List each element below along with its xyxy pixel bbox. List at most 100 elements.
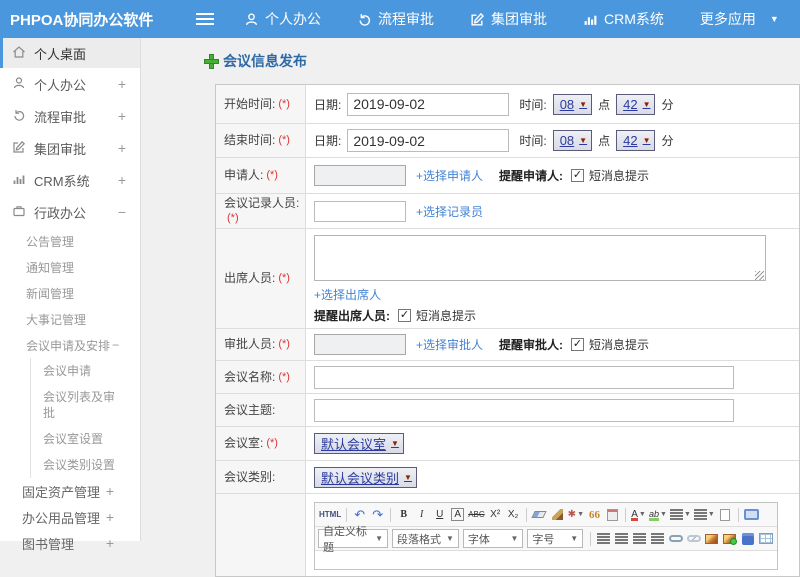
new-page-icon[interactable] [717, 506, 734, 524]
ordered-list-button[interactable]: ▼ [669, 506, 692, 524]
align-left-icon[interactable] [595, 530, 612, 548]
nav-group-approval[interactable]: 集团审批 [470, 9, 547, 29]
insert-table-icon[interactable] [757, 530, 774, 548]
date-label: 日期: [314, 132, 341, 149]
align-center-icon[interactable] [613, 530, 630, 548]
eraser-icon[interactable] [531, 506, 548, 524]
caret-down-icon[interactable]: ▼ [770, 14, 779, 24]
collapse-icon[interactable]: − [112, 338, 119, 352]
paint-format-button[interactable]: ✱▼ [567, 506, 585, 524]
link-icon[interactable] [667, 530, 684, 548]
paint-icon: ✱ [568, 509, 576, 520]
insert-image-icon[interactable] [703, 530, 720, 548]
start-date-input[interactable] [347, 93, 509, 116]
menu-toggle-icon[interactable] [196, 13, 214, 15]
sidebar-item-office-supplies[interactable]: 办公用品管理 + [0, 504, 140, 530]
start-minute-select[interactable]: 42▼ [616, 94, 655, 115]
pick-applicant-link[interactable]: +选择申请人 [416, 167, 483, 184]
meeting-name-input[interactable] [314, 366, 734, 389]
editor-content-area[interactable] [315, 551, 777, 569]
subscript-button[interactable]: X₂ [505, 506, 522, 524]
nav-process-approval[interactable]: 流程审批 [357, 9, 434, 29]
sidebar-item-events-mgmt[interactable]: 大事记管理 [0, 306, 140, 332]
expand-icon[interactable]: + [118, 140, 126, 156]
attendees-textarea[interactable] [314, 235, 766, 281]
approver-sms-checkbox[interactable]: ✓ [571, 338, 584, 351]
italic-button[interactable]: I [413, 506, 430, 524]
caret-down-icon: ▼ [579, 100, 587, 109]
undo-icon[interactable]: ↶ [351, 506, 368, 524]
sidebar-item-meeting-list-approval[interactable]: 会议列表及审批 [31, 384, 123, 426]
sidebar-item-fixed-assets[interactable]: 固定资产管理 + [0, 478, 140, 504]
time-label: 时间: [519, 96, 546, 113]
fullscreen-icon[interactable] [743, 506, 760, 524]
font-family-select[interactable]: 字体▼ [463, 529, 524, 548]
meeting-room-select[interactable]: 默认会议室▼ [314, 433, 404, 454]
unordered-list-button[interactable]: ▼ [693, 506, 716, 524]
sidebar-item-meeting-type-setting[interactable]: 会议类别设置 [31, 452, 123, 478]
blockquote-button[interactable]: 66 [586, 506, 603, 524]
attendees-sms-checkbox[interactable]: ✓ [398, 309, 411, 322]
applicant-input[interactable] [314, 165, 406, 186]
clean-format-icon[interactable] [549, 506, 566, 524]
nav-more-apps[interactable]: 更多应用 [700, 9, 756, 29]
font-color-button[interactable]: A▼ [630, 506, 647, 524]
paste-icon[interactable] [604, 506, 621, 524]
sidebar-item-library-mgmt[interactable]: 图书管理 + [0, 530, 140, 556]
strikethrough-button[interactable]: ABC [467, 506, 485, 524]
applicant-sms-checkbox[interactable]: ✓ [571, 169, 584, 182]
end-minute-select[interactable]: 42▼ [616, 130, 655, 151]
superscript-button[interactable]: X² [487, 506, 504, 524]
unlink-icon[interactable] [685, 530, 702, 548]
sidebar-item-desktop[interactable]: 个人桌面 [0, 38, 140, 68]
expand-icon[interactable]: + [106, 483, 114, 499]
underline-button[interactable]: U [431, 506, 448, 524]
sidebar-item-meeting-apply[interactable]: 会议申请 [31, 358, 123, 384]
sidebar-item-announcement-mgmt[interactable]: 公告管理 [0, 228, 140, 254]
sidebar-item-notice-mgmt[interactable]: 通知管理 [0, 254, 140, 280]
sidebar-item-group-approval[interactable]: 集团审批 + [0, 132, 140, 164]
pick-attendees-link[interactable]: +选择出席人 [314, 286, 381, 303]
insert-media-icon[interactable] [739, 530, 756, 548]
redo-icon[interactable]: ↷ [369, 506, 386, 524]
resize-handle[interactable] [755, 271, 764, 280]
html-source-button[interactable]: HTML [318, 506, 342, 524]
meeting-topic-input[interactable] [314, 399, 734, 422]
expand-icon[interactable]: + [118, 172, 126, 188]
sidebar-item-admin-office[interactable]: 行政办公 − [0, 196, 140, 228]
pick-approver-link[interactable]: +选择审批人 [416, 336, 483, 353]
collapse-icon[interactable]: − [118, 204, 126, 220]
nav-crm-system[interactable]: CRM系统 [583, 9, 664, 29]
end-date-input[interactable] [347, 129, 509, 152]
sidebar-item-crm[interactable]: CRM系统 + [0, 164, 140, 196]
custom-title-select[interactable]: 自定义标题▼ [318, 529, 388, 548]
start-hour-select[interactable]: 08▼ [553, 94, 592, 115]
approver-input[interactable] [314, 334, 406, 355]
expand-icon[interactable]: + [106, 535, 114, 551]
bold-button[interactable]: B [395, 506, 412, 524]
font-size-select[interactable]: 字号▼ [527, 529, 583, 548]
sidebar-item-meeting-room-setting[interactable]: 会议室设置 [31, 426, 123, 452]
recorder-input[interactable] [314, 201, 406, 222]
sub-item-label: 公告管理 [26, 233, 74, 250]
expand-icon[interactable]: + [118, 76, 126, 92]
upload-image-icon[interactable] [721, 530, 738, 548]
expand-icon[interactable]: + [118, 108, 126, 124]
sidebar-item-label: 图书管理 [22, 534, 74, 553]
align-justify-icon[interactable] [649, 530, 666, 548]
expand-icon[interactable]: + [106, 509, 114, 525]
label-text: 会议室: [224, 436, 263, 451]
font-border-button[interactable]: A [451, 508, 464, 521]
pick-recorder-link[interactable]: +选择记录员 [416, 203, 483, 220]
end-hour-select[interactable]: 08▼ [553, 130, 592, 151]
highlight-color-button[interactable]: ab▼ [648, 506, 668, 524]
paragraph-format-select[interactable]: 段落格式▼ [392, 529, 459, 548]
sidebar-item-process-approval[interactable]: 流程审批 + [0, 100, 140, 132]
form-row-end-time: 结束时间: (*) 日期: 时间: 08▼ 点 42▼ 分 [216, 123, 799, 157]
sidebar-item-news-mgmt[interactable]: 新闻管理 [0, 280, 140, 306]
align-right-icon[interactable] [631, 530, 648, 548]
sidebar-item-personal-office[interactable]: 个人办公 + [0, 68, 140, 100]
nav-personal-office[interactable]: 个人办公 [244, 9, 321, 29]
meeting-type-select[interactable]: 默认会议类别▼ [314, 467, 417, 488]
sidebar-group-meeting[interactable]: 会议申请及安排− [0, 332, 140, 358]
